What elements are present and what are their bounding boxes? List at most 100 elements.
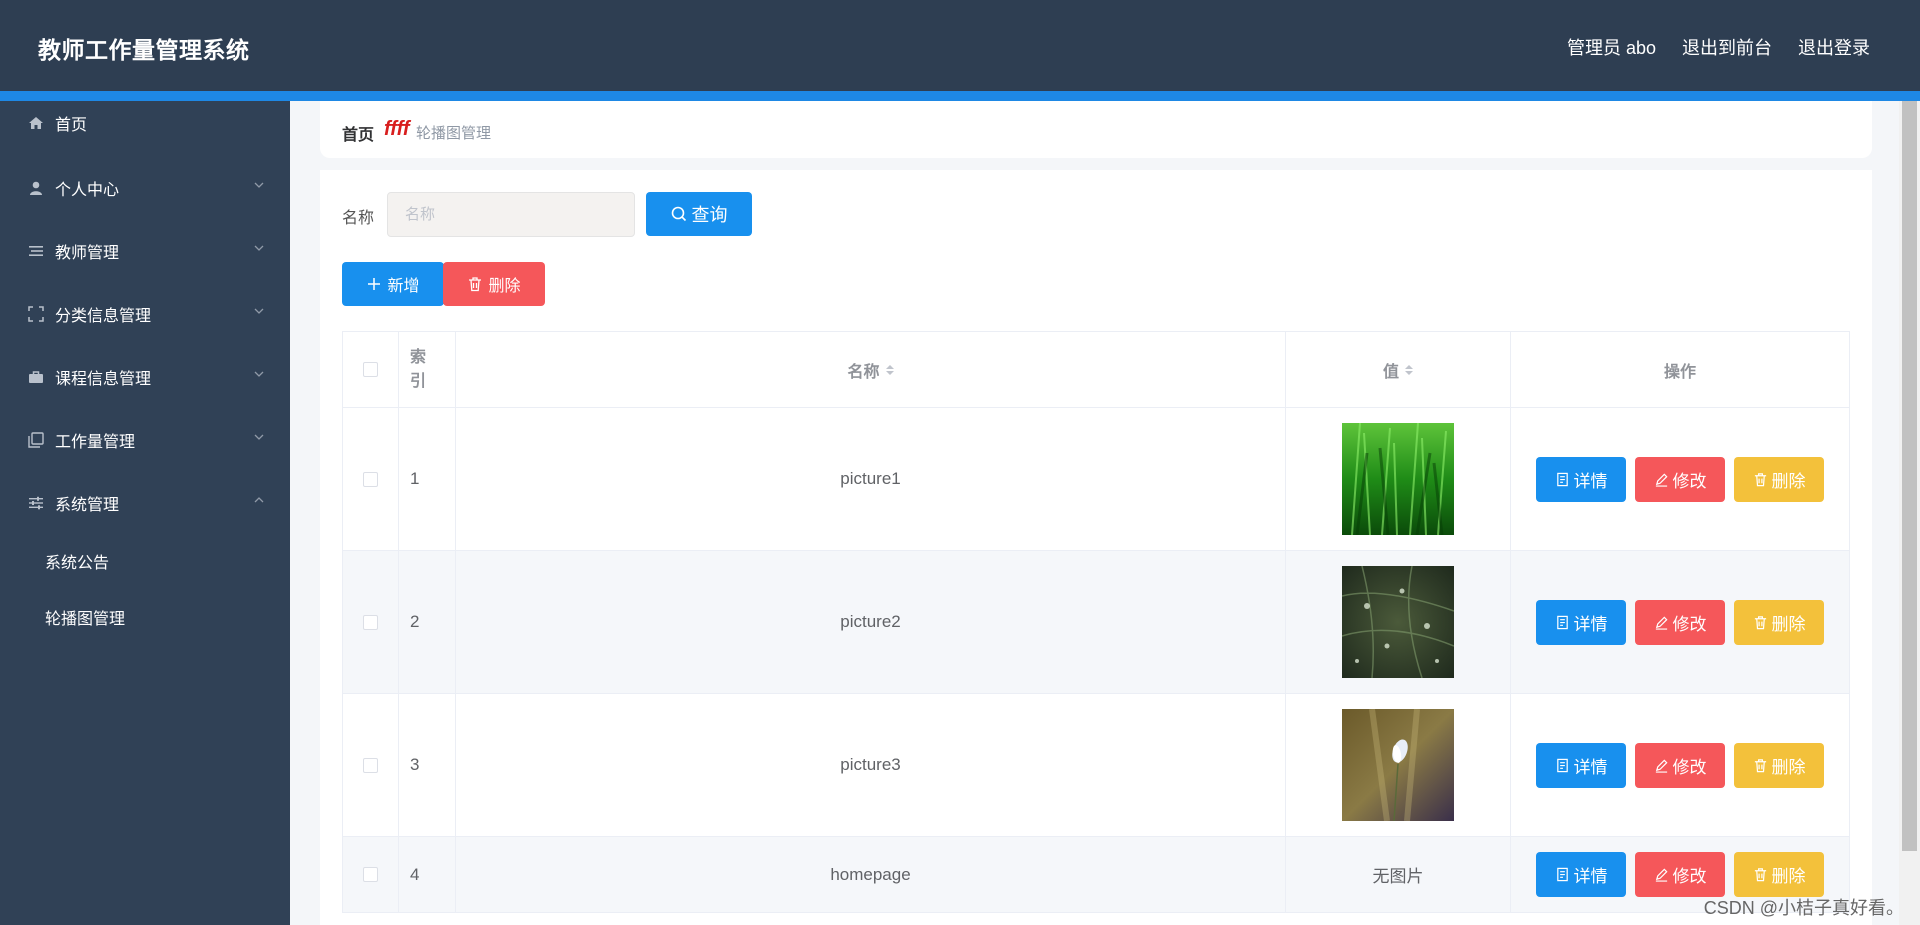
breadcrumb-separator: ffff — [384, 118, 410, 140]
table-header-row: 索引 名称 值 操作 — [343, 332, 1849, 408]
add-button-label: 新增 — [387, 278, 420, 295]
chevron-down-icon — [254, 182, 264, 188]
carousel-thumbnail[interactable] — [1342, 709, 1454, 821]
document-icon — [1556, 867, 1568, 882]
row-index: 4 — [399, 837, 456, 912]
row-checkbox[interactable] — [363, 471, 378, 487]
chevron-down-icon — [254, 245, 264, 251]
detail-button[interactable]: 详情 — [1536, 742, 1626, 788]
content-card: 名称 查询 新增 删除 索引 名称 值 操作 1 picture1 — [320, 170, 1872, 925]
chevron-down-icon — [254, 371, 264, 377]
sidebar-item-label: 系统管理 — [55, 497, 120, 514]
document-icon — [1556, 615, 1568, 629]
sort-icon[interactable] — [885, 364, 894, 375]
add-button[interactable]: 新增 — [342, 262, 444, 306]
trash-icon — [1754, 868, 1766, 882]
sidebar-subitem-system-notice[interactable]: 系统公告 — [0, 539, 290, 579]
header-accent-bar — [0, 91, 1920, 101]
row-index: 1 — [399, 408, 456, 550]
sidebar-subitem-label: 轮播图管理 — [45, 611, 126, 628]
home-icon — [27, 114, 45, 132]
row-checkbox[interactable] — [363, 867, 378, 882]
edit-icon — [1655, 615, 1668, 630]
column-header-actions: 操作 — [1663, 363, 1696, 381]
row-name: homepage — [456, 837, 1286, 912]
search-icon — [671, 206, 686, 222]
exit-to-front-link[interactable]: 退出到前台 — [1682, 34, 1772, 60]
row-checkbox[interactable] — [363, 614, 378, 630]
user-icon — [27, 179, 45, 197]
sidebar-item-label: 课程信息管理 — [55, 371, 152, 388]
sidebar: 首页 个人中心 教师管理 分类信息管理 课程信息管理 工作量管理 系统管理 系统… — [0, 101, 290, 925]
sidebar-item-teacher-management[interactable]: 教师管理 — [0, 231, 290, 271]
delete-button[interactable]: 删除 — [1734, 599, 1824, 645]
row-checkbox[interactable] — [363, 757, 378, 773]
breadcrumb-home[interactable]: 首页 — [342, 121, 374, 145]
table-row: 1 picture1 详情 修改 删除 — [343, 408, 1849, 551]
document-icon — [1556, 472, 1568, 486]
trash-icon — [1754, 472, 1766, 486]
logout-link[interactable]: 退出登录 — [1798, 34, 1870, 60]
app-title: 教师工作量管理系统 — [38, 37, 250, 63]
carousel-thumbnail[interactable] — [1342, 566, 1454, 678]
query-button-label: 查询 — [691, 205, 728, 225]
delete-button[interactable]: 删除 — [1734, 456, 1824, 502]
edit-button[interactable]: 修改 — [1635, 852, 1725, 897]
edit-button[interactable]: 修改 — [1635, 599, 1725, 645]
sidebar-item-label: 工作量管理 — [55, 434, 136, 451]
detail-button[interactable]: 详情 — [1536, 456, 1626, 502]
chevron-down-icon — [254, 434, 264, 440]
chevron-down-icon — [254, 308, 264, 314]
search-label: 名称 — [342, 210, 375, 227]
column-header-value[interactable]: 值 — [1286, 332, 1511, 407]
carousel-table: 索引 名称 值 操作 1 picture1 详情 修改 删除 2 picture… — [342, 331, 1850, 913]
search-input[interactable] — [387, 192, 635, 237]
breadcrumb-current: 轮播图管理 — [416, 125, 492, 142]
sidebar-item-home[interactable]: 首页 — [0, 103, 290, 143]
sidebar-item-course-management[interactable]: 课程信息管理 — [0, 357, 290, 397]
detail-button[interactable]: 详情 — [1536, 599, 1626, 645]
plus-icon — [368, 278, 381, 290]
scrollbar-thumb[interactable] — [1902, 101, 1917, 851]
sliders-icon — [27, 494, 45, 512]
batch-delete-button[interactable]: 删除 — [443, 262, 545, 306]
sidebar-item-label: 教师管理 — [55, 245, 120, 262]
edit-icon — [1655, 758, 1668, 773]
briefcase-icon — [27, 368, 45, 386]
table-row: 3 picture3 详情 修改 删除 — [343, 694, 1849, 837]
sidebar-item-category-management[interactable]: 分类信息管理 — [0, 294, 290, 334]
detail-button[interactable]: 详情 — [1536, 852, 1626, 897]
column-header-name[interactable]: 名称 — [456, 332, 1286, 407]
chevron-up-icon — [254, 497, 264, 503]
row-name: picture1 — [456, 408, 1286, 550]
sidebar-item-personal-center[interactable]: 个人中心 — [0, 168, 290, 208]
table-row: 4 homepage 无图片 详情 修改 删除 — [343, 837, 1849, 913]
select-all-checkbox[interactable] — [363, 362, 378, 377]
delete-button[interactable]: 删除 — [1734, 852, 1824, 897]
sidebar-item-workload-management[interactable]: 工作量管理 — [0, 420, 290, 460]
sort-icon[interactable] — [1405, 364, 1413, 375]
app-header: 教师工作量管理系统 管理员 abo 退出到前台 退出登录 — [0, 0, 1920, 91]
edit-button[interactable]: 修改 — [1635, 456, 1725, 502]
sidebar-item-label: 个人中心 — [55, 182, 120, 199]
frame-icon — [27, 305, 45, 323]
table-row: 2 picture2 详情 修改 删除 — [343, 551, 1849, 694]
row-index: 3 — [399, 694, 456, 836]
header-actions: 管理员 abo 退出到前台 退出登录 — [1567, 34, 1870, 60]
trash-icon — [1754, 758, 1766, 772]
admin-user-label[interactable]: 管理员 abo — [1567, 34, 1656, 60]
vertical-scrollbar[interactable] — [1899, 101, 1920, 925]
sidebar-item-label: 分类信息管理 — [55, 308, 152, 325]
sidebar-item-system-management[interactable]: 系统管理 — [0, 483, 290, 523]
row-value-no-image: 无图片 — [1286, 837, 1511, 912]
sidebar-subitem-carousel-management[interactable]: 轮播图管理 — [0, 595, 290, 635]
copy-icon — [27, 431, 45, 449]
sidebar-item-label: 首页 — [55, 117, 88, 134]
query-button[interactable]: 查询 — [646, 192, 752, 236]
trash-icon — [1754, 615, 1766, 629]
watermark: CSDN @小桔子真好看。 — [1703, 898, 1904, 918]
list-icon — [27, 242, 45, 260]
carousel-thumbnail[interactable] — [1342, 423, 1454, 535]
edit-button[interactable]: 修改 — [1635, 742, 1725, 788]
delete-button[interactable]: 删除 — [1734, 742, 1824, 788]
